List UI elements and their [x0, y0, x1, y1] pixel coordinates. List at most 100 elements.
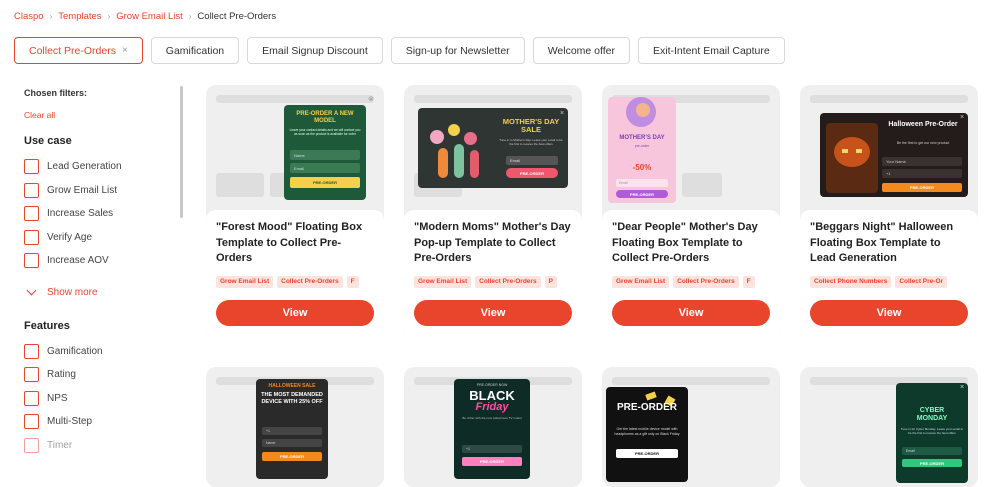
template-card[interactable]: MOTHER'S DAY SALE Tune in to Mother's Da… — [404, 85, 582, 340]
card-body: "Forest Mood" Floating Box Template to C… — [206, 210, 384, 340]
view-button[interactable]: View — [414, 300, 572, 326]
card-tags: Grow Email List Collect Pre-Orders F — [612, 276, 770, 288]
card-body: "Dear People" Mother's Day Floating Box … — [602, 210, 780, 340]
chevron-right-icon: › — [107, 12, 111, 21]
features-title: Features — [24, 319, 70, 332]
view-button[interactable]: View — [810, 300, 968, 326]
chevron-down-icon — [26, 285, 37, 295]
card-tag[interactable]: Grow Email List — [216, 276, 274, 288]
breadcrumb-templates[interactable]: Templates — [58, 11, 101, 22]
filter-grow-email-list[interactable]: Grow Email List — [24, 179, 184, 203]
chevron-right-icon: › — [188, 12, 192, 21]
card-tag[interactable]: Collect Pre-Orders — [475, 276, 541, 288]
template-preview: MOTHER'S DAY pre-order -50% Email PRE-OR… — [608, 97, 676, 203]
template-preview: PRE-ORDER A NEW MODEL Leave your contact… — [284, 105, 366, 200]
tag-label: Gamification — [165, 44, 225, 57]
template-card[interactable]: Halloween Pre-Order Be the first to get … — [800, 85, 978, 340]
filter-nps[interactable]: NPS — [24, 387, 184, 411]
preview-email-field: Email — [290, 163, 360, 173]
card-tag[interactable]: Collect Pre-Orders — [277, 276, 343, 288]
close-icon[interactable]: × — [122, 45, 128, 56]
view-button[interactable]: View — [216, 300, 374, 326]
template-preview: PRE-ORDER NOW BLACK Friday Be richer wit… — [454, 379, 530, 479]
card-title: "Dear People" Mother's Day Floating Box … — [612, 221, 758, 264]
preview-heading: MOTHER'S DAY SALE — [502, 117, 560, 134]
checkbox[interactable] — [24, 414, 39, 430]
tag-sign-up-newsletter[interactable]: Sign-up for Newsletter — [390, 37, 525, 64]
card-tag[interactable]: F — [742, 276, 755, 288]
template-card[interactable]: PRE-ORDER A NEW MODEL Leave your contact… — [206, 85, 384, 340]
tag-email-signup-discount[interactable]: Email Signup Discount — [247, 37, 383, 64]
show-more-button[interactable]: Show more — [24, 285, 184, 298]
template-preview: Halloween Pre-Order Be the first to get … — [820, 113, 968, 197]
template-card[interactable]: PRE-ORDER Get the latest mobile device m… — [602, 367, 780, 487]
filter-multi-step[interactable]: Multi-Step — [24, 410, 184, 434]
checkbox[interactable] — [24, 437, 39, 453]
tag-collect-pre-orders[interactable]: Collect Pre-Orders × — [14, 37, 143, 64]
filter-increase-sales[interactable]: Increase Sales — [24, 202, 184, 226]
close-icon: × — [960, 114, 965, 121]
preview-text: Be the first to get our new product — [896, 141, 950, 145]
view-button[interactable]: View — [612, 300, 770, 326]
preview-heading: PRE-ORDER — [616, 402, 677, 413]
close-icon: × — [960, 384, 965, 391]
preview-text: Tune in to Mother's Day. Leave your emai… — [499, 138, 563, 146]
flowers-illustration — [426, 122, 486, 182]
preview-top: PRE-ORDER NOW — [476, 383, 508, 387]
card-tags: Grow Email List Collect Pre-Orders F — [216, 276, 374, 288]
template-card[interactable]: MOTHER'S DAY pre-order -50% Email PRE-OR… — [602, 85, 780, 340]
card-tag[interactable]: Grow Email List — [612, 276, 670, 288]
tag-gamification[interactable]: Gamification — [150, 37, 240, 64]
checkbox[interactable] — [24, 159, 39, 175]
preview-cta: PRE-ORDER — [262, 452, 322, 461]
template-card[interactable]: HALLOWEEN SALE THE MOST DEMANDED DEVICE … — [206, 367, 384, 487]
checkbox[interactable] — [24, 367, 39, 383]
tag-exit-intent[interactable]: Exit-Intent Email Capture — [638, 37, 785, 64]
card-title: "Modern Moms" Mother's Day Pop-up Templa… — [414, 221, 571, 264]
filter-timer[interactable]: Timer — [24, 434, 184, 458]
filter-rating[interactable]: Rating — [24, 363, 184, 387]
tag-welcome-offer[interactable]: Welcome offer — [532, 37, 630, 64]
filter-label: Timer — [47, 439, 73, 451]
filter-label: Gamification — [47, 345, 103, 357]
card-title: "Beggars Night" Halloween Floating Box T… — [810, 221, 954, 264]
clear-all-link[interactable]: Clear all — [24, 110, 184, 120]
filter-label: Grow Email List — [47, 184, 118, 196]
template-card[interactable]: CYBER MONDAY Tune in for Cyber Monday. L… — [800, 367, 978, 487]
card-tag[interactable]: Grow Email List — [414, 276, 472, 288]
filter-label: Increase Sales — [47, 208, 114, 220]
preview-text: Be richer with the new widescreen TV mod… — [462, 416, 522, 420]
filter-gamification[interactable]: Gamification — [24, 340, 184, 364]
card-tag[interactable]: Collect Pre-Orders — [673, 276, 739, 288]
close-icon: × — [560, 110, 565, 117]
preview-discount: -50% — [632, 163, 652, 172]
checkbox[interactable] — [24, 390, 39, 406]
template-preview: MOTHER'S DAY SALE Tune in to Mother's Da… — [418, 108, 568, 188]
preview-name-field: Name — [262, 439, 322, 447]
placeholder-bar — [612, 377, 770, 385]
card-tag[interactable]: Collect Phone Numbers — [810, 276, 892, 288]
pumpkin-illustration — [826, 123, 878, 193]
filter-lead-generation[interactable]: Lead Generation — [24, 155, 184, 179]
filter-label: NPS — [47, 392, 68, 404]
card-tag[interactable]: P — [544, 276, 557, 288]
template-card[interactable]: PRE-ORDER NOW BLACK Friday Be richer wit… — [404, 367, 582, 487]
checkbox[interactable] — [24, 206, 39, 222]
preview-cta: PRE-ORDER — [506, 168, 558, 178]
card-tag[interactable]: F — [346, 276, 359, 288]
filter-label: Increase AOV — [47, 255, 109, 267]
breadcrumb-grow-email-list[interactable]: Grow Email List — [116, 11, 183, 22]
preview-text: Get the latest mobile device model with … — [614, 427, 680, 436]
breadcrumb-claspo[interactable]: Claspo — [14, 11, 44, 22]
use-case-title: Use case — [24, 135, 72, 147]
template-preview: PRE-ORDER Get the latest mobile device m… — [606, 387, 688, 482]
preview-heading: CYBER — [919, 407, 945, 414]
filter-verify-age[interactable]: Verify Age — [24, 226, 184, 250]
filter-increase-aov[interactable]: Increase AOV — [24, 249, 184, 273]
checkbox[interactable] — [24, 253, 39, 269]
checkbox[interactable] — [24, 343, 39, 359]
checkbox[interactable] — [24, 229, 39, 245]
preview-phone-field: +1 — [462, 445, 522, 453]
card-tag[interactable]: Collect Pre-Or — [895, 276, 948, 288]
checkbox[interactable] — [24, 182, 39, 198]
